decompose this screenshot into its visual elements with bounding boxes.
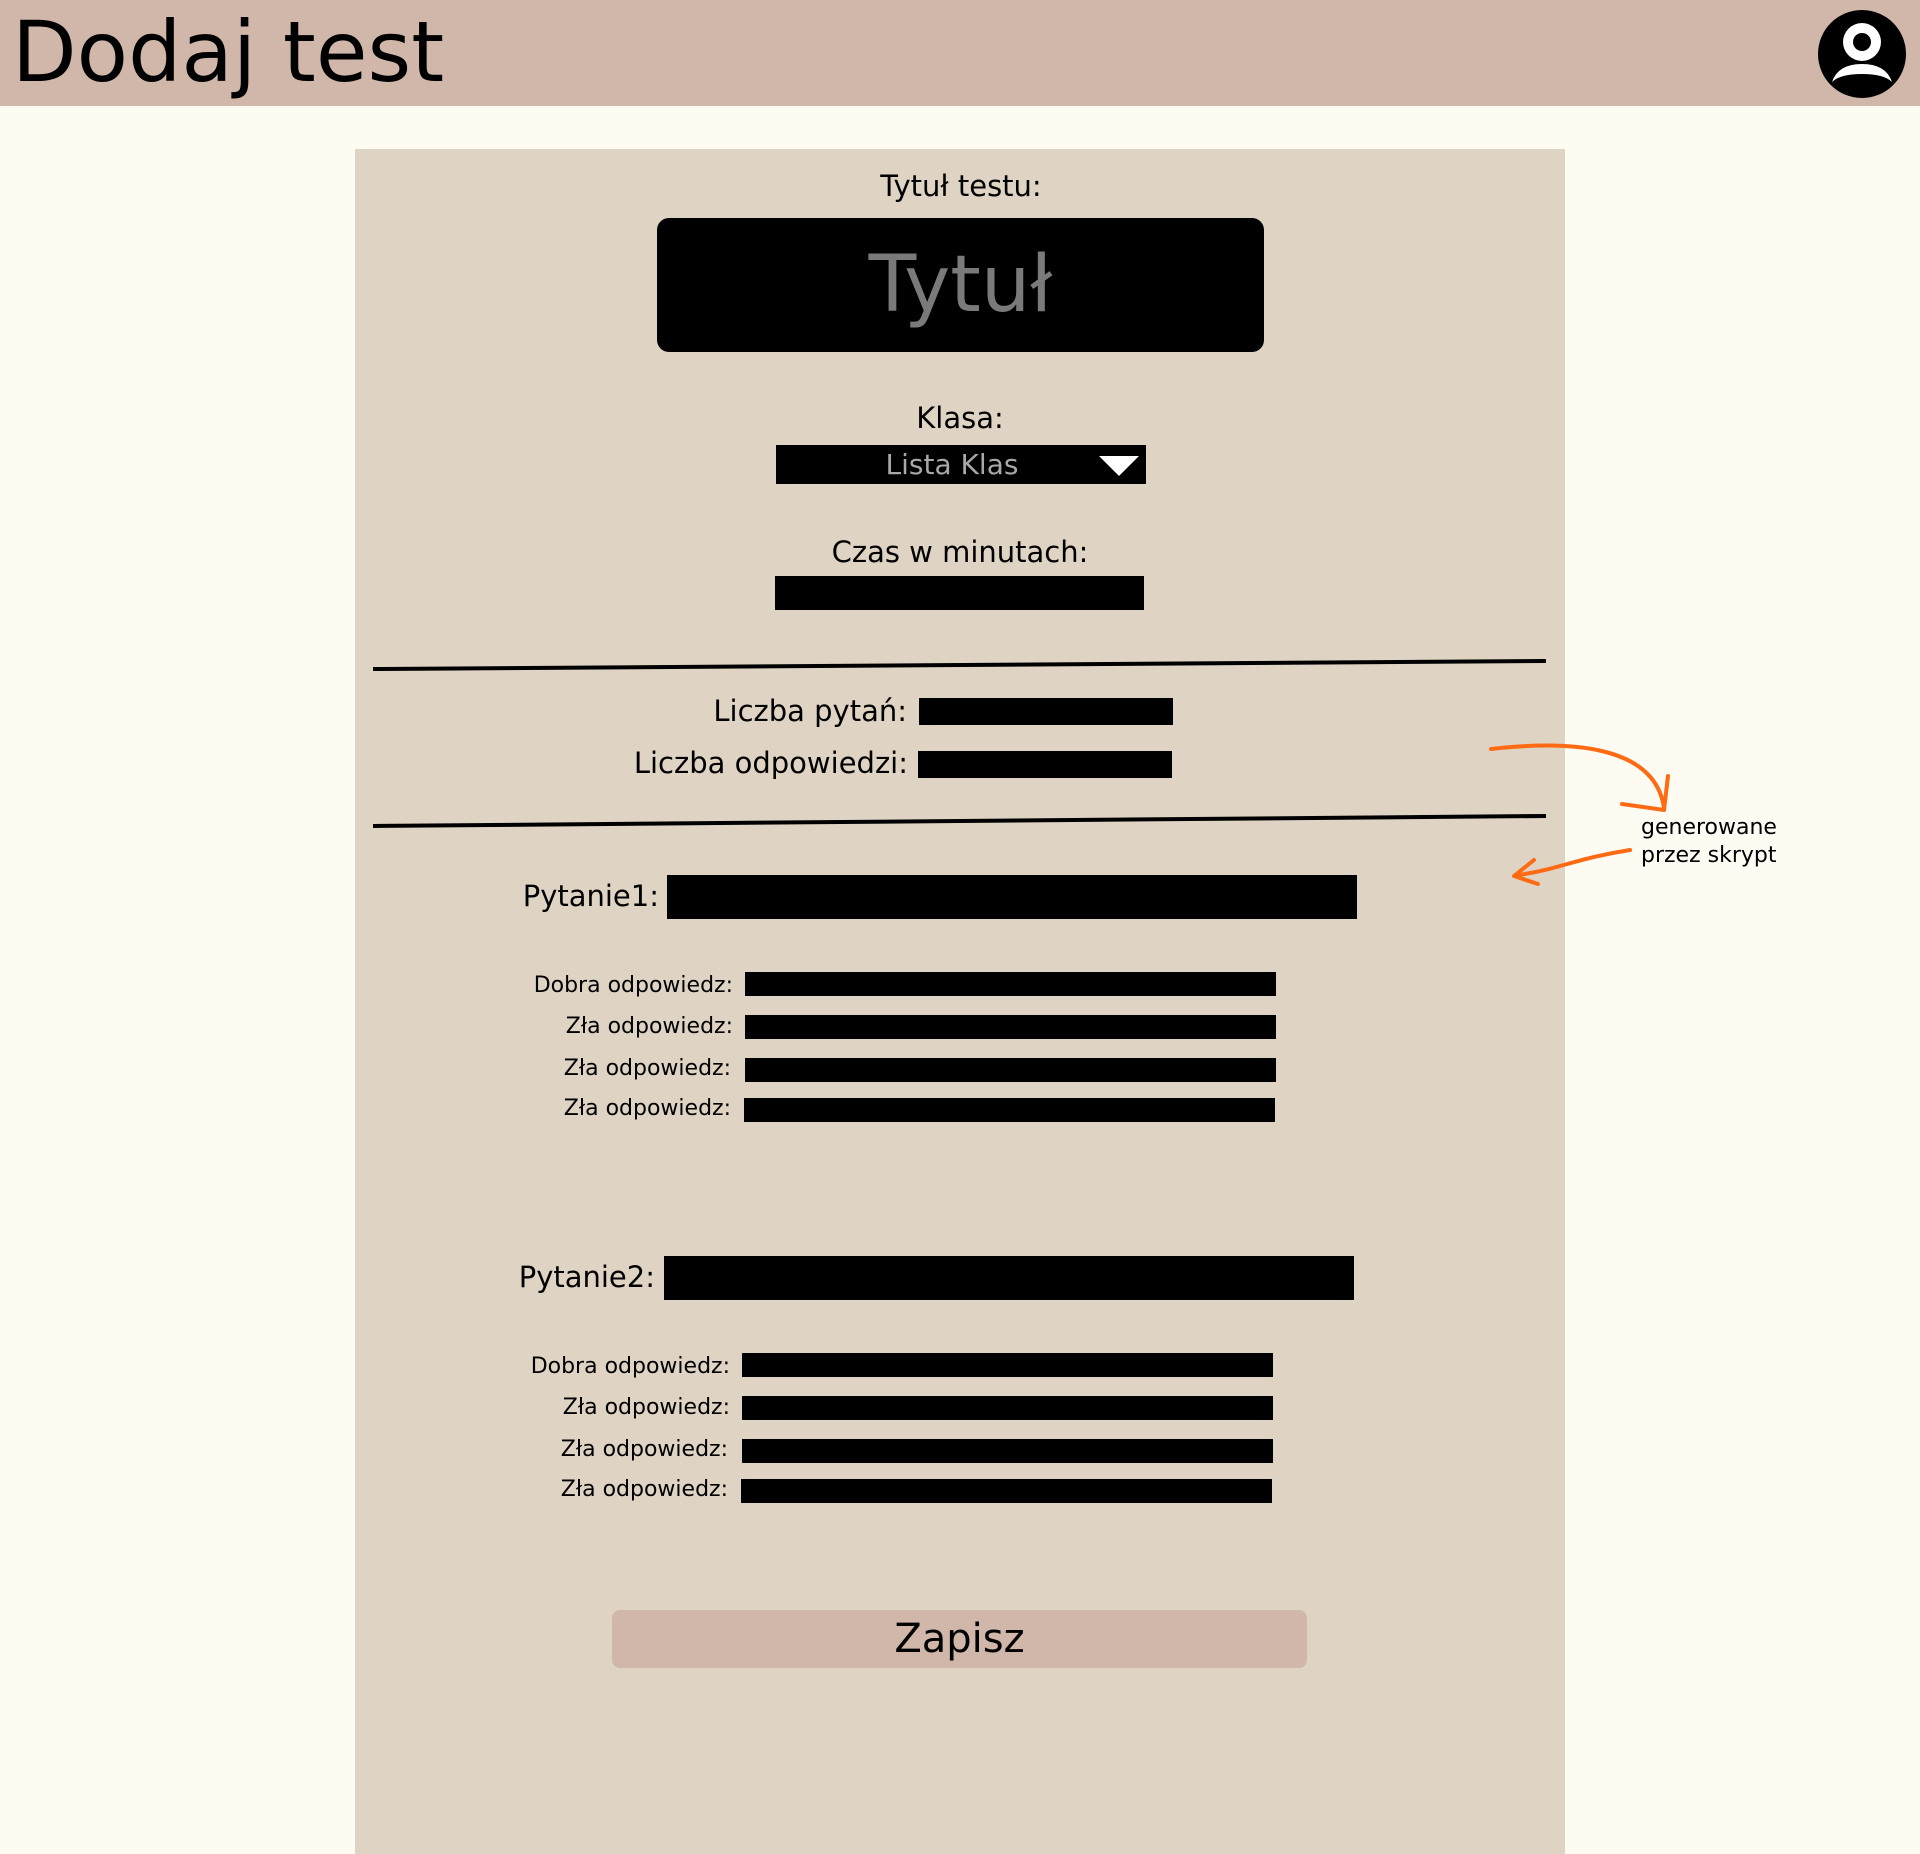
q2-answer-3-label: Zła odpowiedz:	[560, 1437, 728, 1462]
class-select-value: Lista Klas	[885, 448, 1019, 481]
question-1-label: Pytanie1:	[522, 879, 659, 913]
test-title-placeholder: Tytuł	[868, 240, 1053, 330]
class-label: Klasa:	[916, 401, 1004, 435]
answer-count-label: Liczba odpowiedzi:	[633, 746, 908, 780]
q2-answer-4-input[interactable]	[741, 1479, 1272, 1503]
question-2-label: Pytanie2:	[518, 1260, 655, 1294]
q1-answer-4-input[interactable]	[744, 1098, 1275, 1122]
q2-answer-1-input[interactable]	[742, 1353, 1273, 1377]
question-2-input[interactable]	[664, 1256, 1354, 1300]
q2-answer-2-input[interactable]	[742, 1396, 1273, 1420]
test-title-input[interactable]: Tytuł	[657, 218, 1264, 352]
q1-answer-2-input[interactable]	[745, 1015, 1276, 1039]
q2-answer-2-label: Zła odpowiedz:	[562, 1395, 730, 1420]
q1-answer-3-label: Zła odpowiedz:	[563, 1056, 731, 1081]
save-button[interactable]: Zapisz	[612, 1610, 1307, 1668]
script-generated-note: generowane przez skrypt	[1641, 815, 1777, 868]
class-select[interactable]: Lista Klas	[776, 445, 1146, 484]
answer-count-input[interactable]	[918, 751, 1172, 778]
q1-answer-4-label: Zła odpowiedz:	[563, 1096, 731, 1121]
time-input[interactable]	[775, 576, 1144, 610]
q2-answer-3-input[interactable]	[742, 1439, 1273, 1463]
test-title-label: Tytuł testu:	[880, 169, 1042, 203]
q2-answer-1-label: Dobra odpowiedz:	[530, 1354, 730, 1379]
user-avatar-icon[interactable]	[1816, 8, 1908, 100]
question-count-label: Liczba pytań:	[713, 694, 907, 728]
question-1-input[interactable]	[667, 875, 1357, 919]
q1-answer-1-label: Dobra odpowiedz:	[533, 973, 733, 998]
page-title: Dodaj test	[12, 3, 445, 101]
q1-answer-2-label: Zła odpowiedz:	[565, 1014, 733, 1039]
question-count-input[interactable]	[919, 698, 1173, 725]
q1-answer-1-input[interactable]	[745, 972, 1276, 996]
header-bar: Dodaj test	[0, 0, 1920, 106]
time-label: Czas w minutach:	[831, 535, 1089, 569]
q1-answer-3-input[interactable]	[745, 1058, 1276, 1082]
q2-answer-4-label: Zła odpowiedz:	[560, 1477, 728, 1502]
chevron-down-icon	[1099, 456, 1139, 476]
